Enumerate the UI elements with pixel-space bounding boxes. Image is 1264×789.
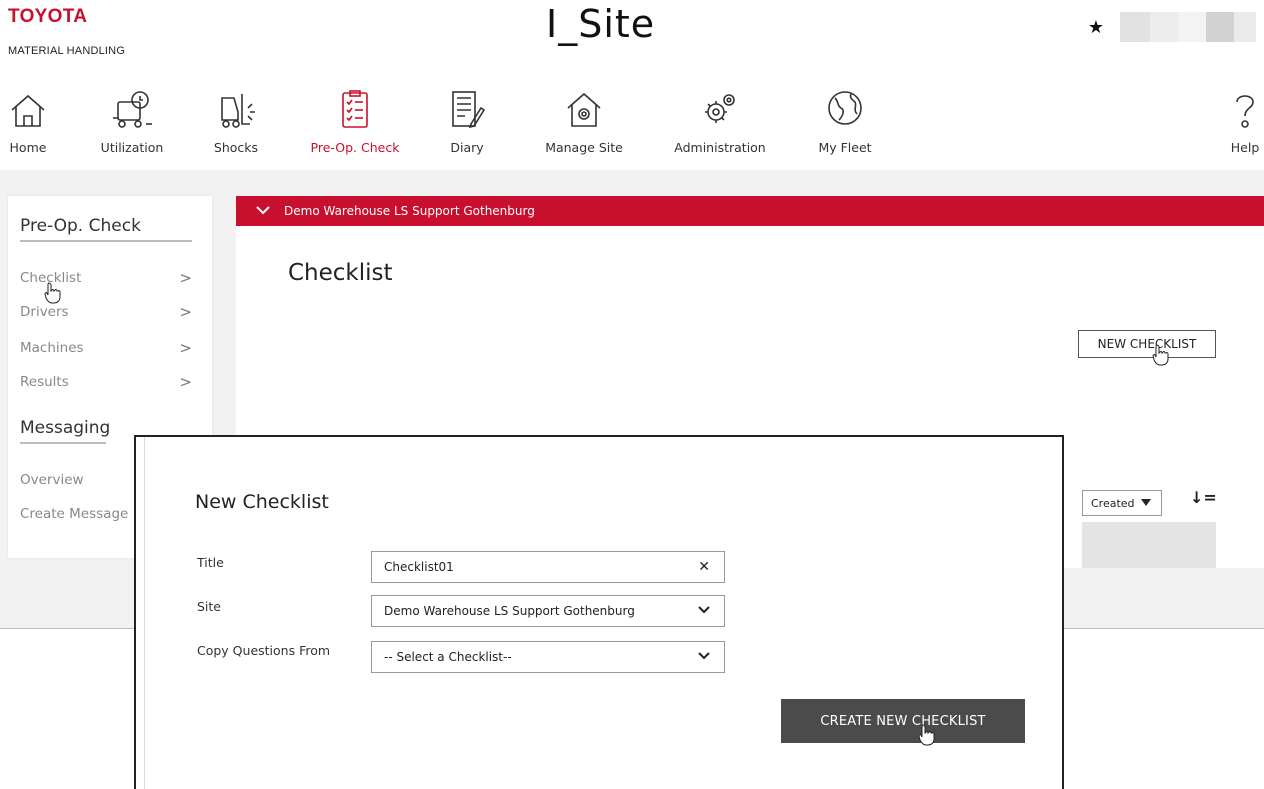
favorite-star-icon[interactable]: ★ <box>1088 17 1104 38</box>
sidebar-item-drivers[interactable]: Drivers > <box>20 303 192 321</box>
chevron-right-icon: > <box>179 373 192 391</box>
site-select-value: Demo Warehouse LS Support Gothenburg <box>384 604 635 618</box>
nav-label: Manage Site <box>545 140 623 155</box>
copy-questions-select-value: -- Select a Checklist-- <box>384 650 512 664</box>
sidebar-item-label: Machines <box>20 340 84 356</box>
dropdown-arrow-icon <box>1141 499 1151 506</box>
chevron-right-icon: > <box>179 303 192 321</box>
gears-icon <box>705 94 735 123</box>
chevron-down-icon <box>698 649 710 665</box>
sort-select-value: Created <box>1091 496 1135 510</box>
site-select[interactable]: Demo Warehouse LS Support Gothenburg <box>371 595 725 627</box>
site-selector-bar[interactable]: Demo Warehouse LS Support Gothenburg <box>236 196 1264 226</box>
globe-icon <box>828 91 862 125</box>
page: TOYOTA MATERIAL HANDLING I_Site ★ Home U… <box>0 0 1264 789</box>
redacted-block <box>1178 12 1206 42</box>
house-gear-icon <box>567 92 601 127</box>
redacted-block <box>1150 12 1178 42</box>
copy-questions-label: Copy Questions From <box>197 643 331 658</box>
nav-label: Administration <box>674 140 766 155</box>
redacted-block <box>1120 12 1150 42</box>
sidebar-section-title: Messaging <box>20 418 110 444</box>
hand-cursor-icon <box>1152 344 1169 366</box>
chevron-right-icon: > <box>179 339 192 357</box>
clear-icon[interactable]: ✕ <box>698 559 710 575</box>
forklift-shock-icon <box>221 94 255 128</box>
nav-shocks[interactable]: Shocks <box>208 88 264 155</box>
brand-logo[interactable]: TOYOTA MATERIAL HANDLING <box>8 6 125 57</box>
checklist-icon <box>342 90 368 128</box>
nav-diary[interactable]: Diary <box>440 88 494 155</box>
redacted-block <box>1234 12 1256 42</box>
site-name: Demo Warehouse LS Support Gothenburg <box>284 204 535 218</box>
nav-home[interactable]: Home <box>0 88 56 155</box>
page-title: Checklist <box>288 260 393 286</box>
nav-my-fleet[interactable]: My Fleet <box>810 88 880 155</box>
sort-select[interactable]: Created <box>1082 490 1162 516</box>
sidebar-section-title: Pre-Op. Check <box>20 216 192 242</box>
title-label: Title <box>197 555 224 570</box>
nav-pre-op-check[interactable]: Pre-Op. Check <box>300 88 410 155</box>
nav-help[interactable]: Help <box>1228 88 1262 155</box>
brand-name: TOYOTA <box>8 6 88 27</box>
title-input-value: Checklist01 <box>384 560 454 574</box>
sort-direction-icon[interactable]: ↓= <box>1190 488 1217 507</box>
home-icon <box>11 94 45 127</box>
sidebar-item-machines[interactable]: Machines > <box>20 339 192 357</box>
sidebar-item-label: Results <box>20 374 69 390</box>
nav-label: Utilization <box>100 140 164 155</box>
truck-clock-icon <box>113 91 152 128</box>
hand-cursor-icon <box>44 282 61 304</box>
sidebar-item-label: Overview <box>20 472 84 488</box>
nav-administration[interactable]: Administration <box>666 88 774 155</box>
title-input[interactable]: Checklist01 ✕ <box>371 551 725 583</box>
new-checklist-button[interactable]: NEW CHECKLIST <box>1078 330 1216 358</box>
nav-manage-site[interactable]: Manage Site <box>538 88 630 155</box>
header-user-area: ★ <box>1088 12 1256 42</box>
nav-label: Diary <box>450 140 484 155</box>
sidebar-item-label: Drivers <box>20 304 69 320</box>
diary-icon <box>452 91 486 129</box>
help-icon <box>1236 95 1254 128</box>
table-row <box>1082 522 1216 568</box>
chevron-down-icon <box>256 204 270 219</box>
dialog-title: New Checklist <box>195 491 329 513</box>
main-nav: Home Utilization Shocks Pre-Op. Check Di… <box>0 88 1264 164</box>
app-title: I_Site <box>546 2 656 46</box>
nav-label: Help <box>1230 140 1260 155</box>
nav-label: Home <box>9 140 47 155</box>
chevron-right-icon: > <box>179 269 192 287</box>
sidebar-item-results[interactable]: Results > <box>20 373 192 391</box>
hand-cursor-icon <box>918 724 935 746</box>
chevron-down-icon <box>698 603 710 619</box>
nav-label: Pre-Op. Check <box>310 140 400 155</box>
redacted-block <box>1206 12 1234 42</box>
nav-label: Shocks <box>213 140 259 155</box>
nav-utilization[interactable]: Utilization <box>92 88 172 155</box>
sidebar-item-label: Create Message <box>20 506 129 522</box>
nav-label: My Fleet <box>818 140 872 155</box>
site-label: Site <box>197 599 221 614</box>
create-new-checklist-button[interactable]: CREATE NEW CHECKLIST <box>781 699 1025 743</box>
copy-questions-select[interactable]: -- Select a Checklist-- <box>371 641 725 673</box>
brand-subtitle: MATERIAL HANDLING <box>8 45 126 57</box>
